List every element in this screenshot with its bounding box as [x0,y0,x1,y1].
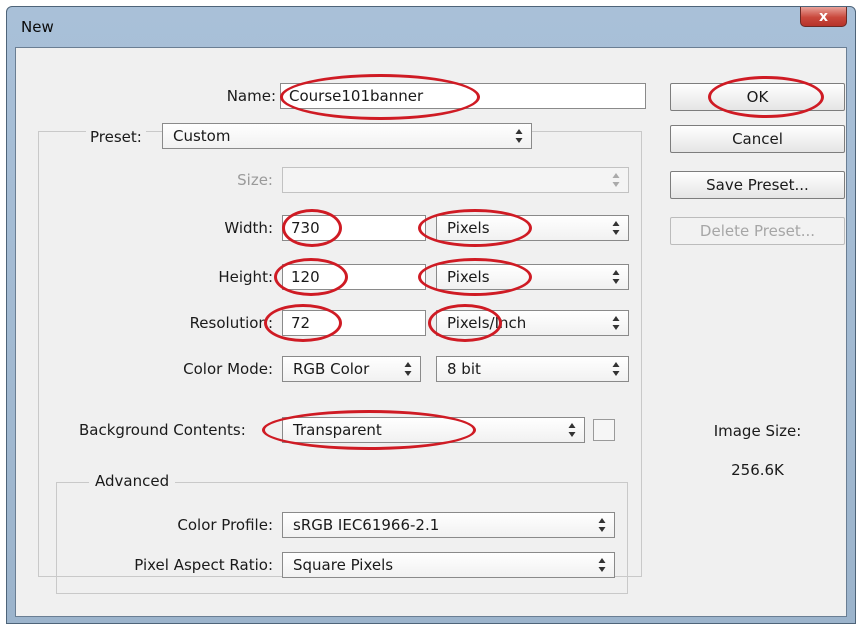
updown-arrow-icon [612,316,620,330]
delete-preset-button: Delete Preset... [670,217,845,245]
width-input[interactable]: 730 [282,215,426,241]
background-contents-label: Background Contents: [79,421,246,439]
background-contents-select[interactable]: Transparent [282,417,585,443]
height-unit-value: Pixels [447,268,490,286]
color-profile-label: Color Profile: [177,516,273,534]
updown-arrow-icon [612,221,620,235]
width-unit-select[interactable]: Pixels [436,215,629,241]
color-mode-value: RGB Color [293,360,370,378]
preset-label: Preset: [86,128,146,146]
close-button[interactable]: x [800,7,847,27]
dialog-body: Name: Course101banner Preset: Custom Siz… [15,47,847,617]
color-profile-value: sRGB IEC61966-2.1 [293,516,440,534]
resolution-unit-value: Pixels/Inch [447,314,527,332]
updown-arrow-icon [612,362,620,376]
updown-arrow-icon [598,518,606,532]
save-preset-button[interactable]: Save Preset... [670,171,845,199]
updown-arrow-icon [404,362,412,376]
color-mode-select[interactable]: RGB Color [282,356,421,382]
resolution-input[interactable]: 72 [282,310,426,336]
color-mode-label: Color Mode: [183,360,273,378]
width-unit-value: Pixels [447,219,490,237]
close-icon: x [818,8,829,25]
background-color-swatch[interactable] [593,419,615,441]
title-bar[interactable]: New x [7,7,855,47]
bit-depth-value: 8 bit [447,360,481,378]
background-contents-value: Transparent [293,421,382,439]
name-input[interactable]: Course101banner [280,83,646,109]
height-label: Height: [218,268,273,286]
resolution-unit-select[interactable]: Pixels/Inch [436,310,629,336]
updown-arrow-icon [612,270,620,284]
image-size-label: Image Size: [713,422,802,440]
pixel-aspect-ratio-select[interactable]: Square Pixels [282,552,615,578]
preset-select[interactable]: Custom [162,123,532,149]
size-select[interactable] [282,167,629,193]
cancel-button[interactable]: Cancel [670,125,845,153]
ok-button[interactable]: OK [670,83,845,111]
advanced-label: Advanced [89,472,176,490]
preset-value: Custom [173,127,231,145]
name-label: Name: [226,87,276,105]
resolution-label: Resolution: [189,314,273,332]
pixel-aspect-ratio-value: Square Pixels [293,556,394,574]
width-label: Width: [224,219,273,237]
dialog-title: New [21,18,54,36]
image-size-value: 256.6K [731,461,784,479]
new-document-dialog: New x Name: Course101banner Preset: Cust… [6,6,856,624]
height-input[interactable]: 120 [282,264,426,290]
updown-arrow-icon [598,558,606,572]
updown-arrow-icon [568,423,576,437]
height-unit-select[interactable]: Pixels [436,264,629,290]
updown-arrow-icon [515,129,523,143]
size-label: Size: [237,171,273,189]
updown-arrow-icon [612,173,620,187]
bit-depth-select[interactable]: 8 bit [436,356,629,382]
color-profile-select[interactable]: sRGB IEC61966-2.1 [282,512,615,538]
pixel-aspect-ratio-label: Pixel Aspect Ratio: [134,556,273,574]
